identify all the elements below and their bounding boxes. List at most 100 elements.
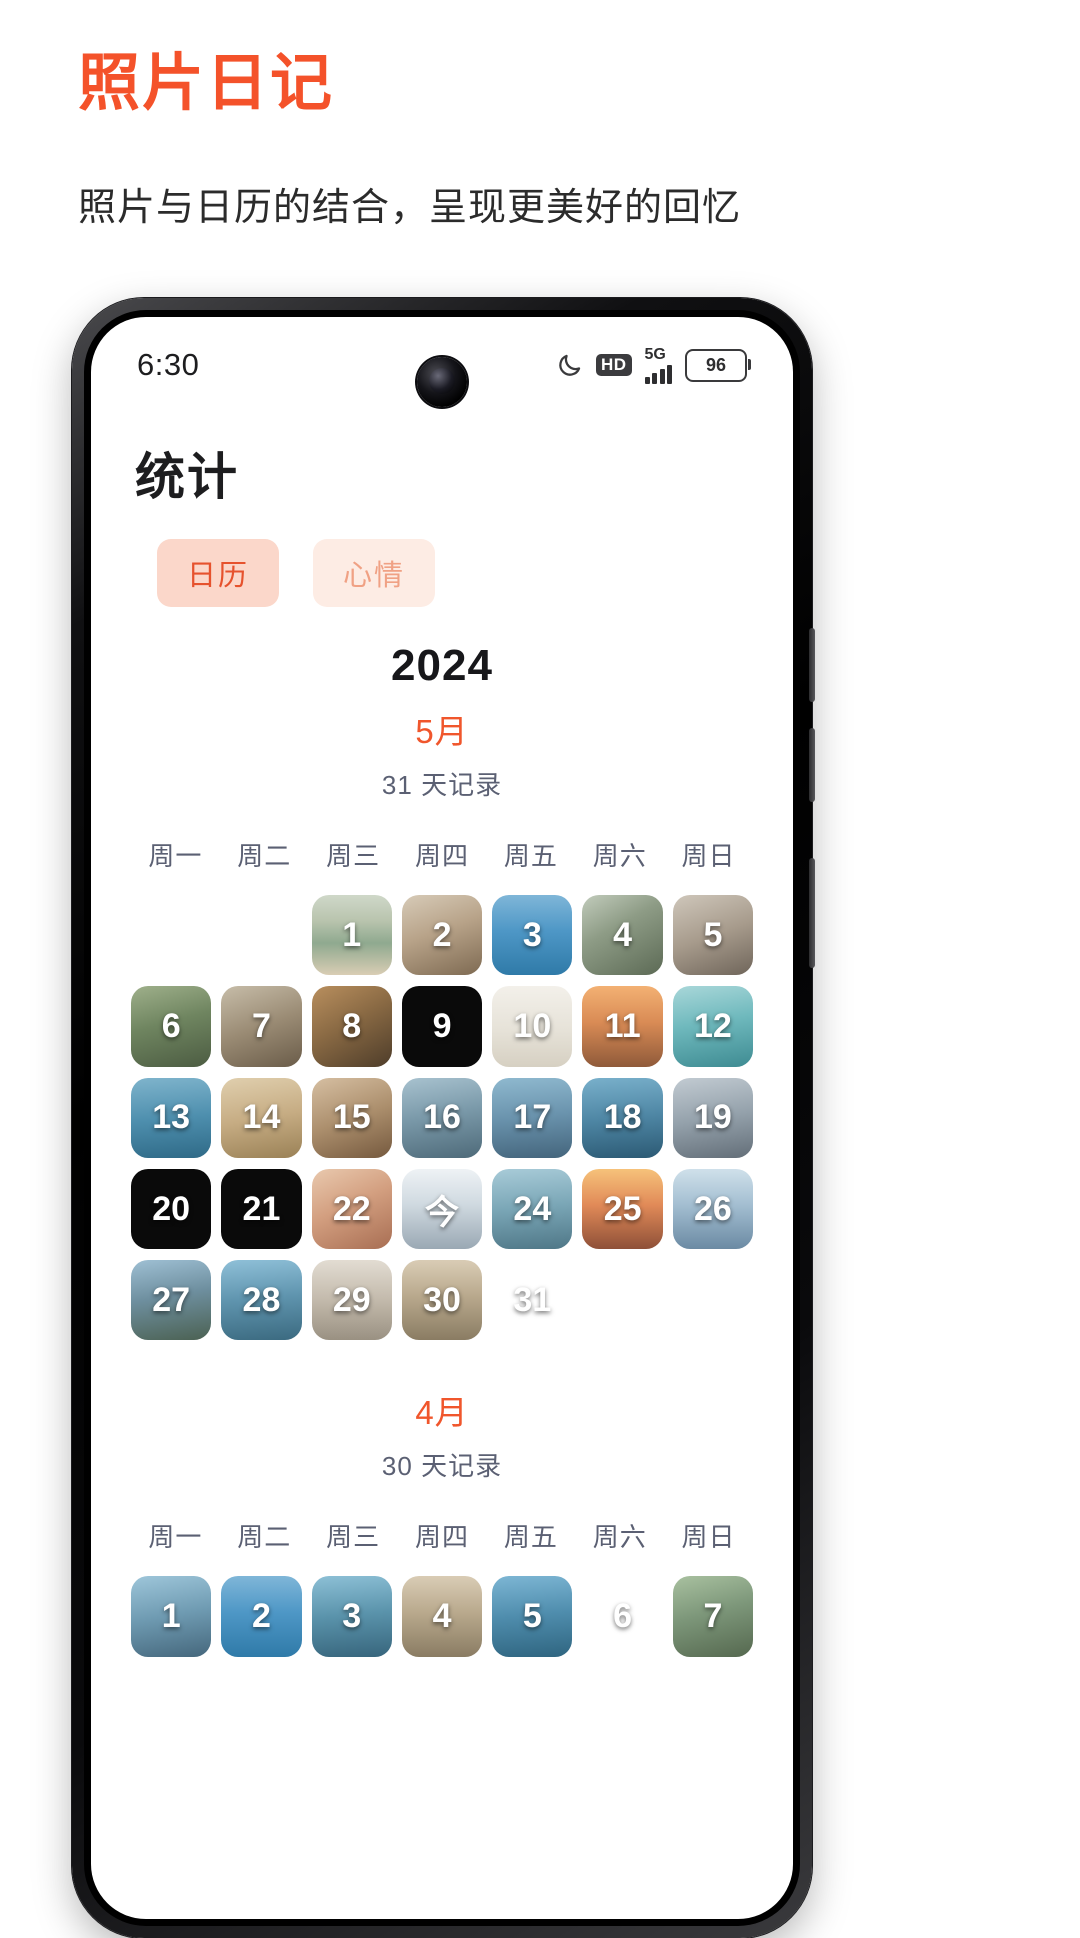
calendar-day[interactable]: 27 xyxy=(131,1260,212,1341)
calendar-day[interactable]: 12 xyxy=(672,986,754,1067)
calendar-day-cell[interactable]: 25 xyxy=(582,1168,663,1250)
calendar-day[interactable]: 11 xyxy=(582,986,663,1067)
calendar-months: 2024 5月 31 天记录 周一 周二 周三 周四 周五 周六 周日 1 2 3 4 5 6 7 8 9 10 11 1… xyxy=(131,641,754,1657)
calendar-day[interactable]: 6 xyxy=(131,986,212,1067)
month-section: 2024 5月 31 天记录 周一 周二 周三 周四 周五 周六 周日 1 2 3 4 5 6 7 8 9 10 11 1… xyxy=(131,641,754,1341)
weekday-label: 周五 xyxy=(503,841,558,871)
calendar-day[interactable]: 7 xyxy=(221,986,302,1067)
calendar-day-cell[interactable]: 19 xyxy=(672,1077,754,1158)
calendar-day[interactable]: 20 xyxy=(131,1168,212,1250)
calendar-day-cell[interactable]: 18 xyxy=(582,1077,663,1158)
calendar-day-cell[interactable]: 4 xyxy=(582,895,663,976)
calendar-day-cell[interactable]: 1 xyxy=(311,895,392,976)
calendar-day[interactable]: 30 xyxy=(401,1260,483,1341)
weekday-label: 周三 xyxy=(326,841,381,871)
calendar-day-cell[interactable]: 22 xyxy=(311,1168,392,1250)
day-number-label: 27 xyxy=(152,1280,191,1319)
calendar-day[interactable]: 26 xyxy=(672,1168,754,1250)
calendar-day-cell[interactable]: 2 xyxy=(401,895,483,976)
calendar-day[interactable]: 3 xyxy=(492,895,573,976)
calendar-day-cell[interactable]: 20 xyxy=(131,1168,212,1250)
calendar-day[interactable]: 2 xyxy=(401,895,483,976)
calendar-day[interactable]: 5 xyxy=(492,1576,573,1657)
calendar-day[interactable]: 17 xyxy=(492,1077,573,1158)
calendar-day-cell[interactable]: 6 xyxy=(131,986,212,1067)
calendar-day[interactable]: 4 xyxy=(582,895,663,976)
calendar-day[interactable]: 6 xyxy=(582,1576,662,1656)
phone-screen: 6:30 HD 5G 96 统计 日历 心情 2024 5月 31 天记录 周一… xyxy=(91,317,793,1919)
calendar-day[interactable]: 18 xyxy=(582,1077,663,1158)
promo-subtitle: 照片与日历的结合，呈现更美好的回忆 xyxy=(78,187,742,229)
calendar-day-cell[interactable]: 今 xyxy=(401,1168,483,1250)
calendar-day-cell[interactable]: 7 xyxy=(221,986,302,1067)
day-number-label: 26 xyxy=(694,1189,732,1228)
calendar-day[interactable]: 24 xyxy=(492,1168,573,1250)
calendar-day[interactable]: 10 xyxy=(492,986,573,1067)
calendar-day[interactable]: 1 xyxy=(131,1576,212,1657)
day-number-label: 21 xyxy=(242,1189,281,1228)
calendar-day[interactable]: 5 xyxy=(672,895,754,976)
day-number-label: 7 xyxy=(251,1006,271,1045)
status-icons: HD 5G 96 xyxy=(556,346,751,384)
day-number-label: 28 xyxy=(242,1280,281,1319)
calendar-day-cell[interactable]: 5 xyxy=(672,895,754,976)
month-record-count: 30 天记录 xyxy=(381,1451,503,1482)
calendar-day-cell[interactable]: 28 xyxy=(221,1260,302,1341)
day-number-label: 1 xyxy=(161,1597,181,1636)
calendar-day-cell[interactable]: 2 xyxy=(221,1576,302,1657)
calendar-day[interactable]: 2 xyxy=(221,1576,302,1657)
calendar-day[interactable]: 22 xyxy=(311,1168,392,1250)
calendar-day[interactable]: 15 xyxy=(311,1077,392,1158)
calendar-day[interactable]: 28 xyxy=(221,1260,302,1341)
calendar-day-cell[interactable]: 29 xyxy=(311,1260,392,1341)
calendar-day[interactable]: 4 xyxy=(401,1576,483,1657)
calendar-day[interactable]: 25 xyxy=(582,1168,663,1250)
calendar-day-cell[interactable]: 1 xyxy=(131,1576,212,1657)
calendar-day-cell[interactable]: 14 xyxy=(221,1077,302,1158)
calendar-day-cell[interactable]: 3 xyxy=(492,895,573,976)
calendar-day-cell[interactable]: 11 xyxy=(582,986,663,1067)
calendar-day-cell[interactable]: 10 xyxy=(492,986,573,1067)
calendar-day[interactable]: 21 xyxy=(221,1168,302,1250)
calendar-day-cell[interactable]: 9 xyxy=(401,986,483,1067)
calendar-day-cell[interactable]: 13 xyxy=(131,1077,212,1158)
calendar-day[interactable]: 31 xyxy=(492,1260,572,1340)
calendar-day-cell[interactable]: 12 xyxy=(672,986,754,1067)
calendar-day-cell[interactable]: 21 xyxy=(221,1168,302,1250)
tab-calendar[interactable]: 日历 xyxy=(157,539,280,607)
calendar-day-cell[interactable]: 17 xyxy=(492,1077,573,1158)
calendar-day[interactable]: 8 xyxy=(311,986,392,1067)
app-content: 统计 日历 心情 2024 5月 31 天记录 周一 周二 周三 周四 周五 周六 周日 1 2 3 4 5 6… xyxy=(91,437,793,1657)
calendar-day-cell[interactable]: 24 xyxy=(492,1168,573,1250)
calendar-day[interactable]: 1 xyxy=(311,895,392,976)
calendar-day-cell[interactable]: 3 xyxy=(311,1576,392,1657)
phone-button-volume-down[interactable] xyxy=(809,728,815,802)
calendar-day[interactable]: 7 xyxy=(672,1576,754,1657)
calendar-day-cell[interactable]: 8 xyxy=(311,986,392,1067)
calendar-day-cell[interactable]: 7 xyxy=(672,1576,754,1657)
calendar-day-cell[interactable]: 26 xyxy=(672,1168,754,1250)
calendar-day-cell[interactable]: 30 xyxy=(401,1260,483,1341)
calendar-day-cell[interactable]: 27 xyxy=(131,1260,212,1341)
calendar-day-cell[interactable]: 15 xyxy=(311,1077,392,1158)
calendar-day[interactable]: 14 xyxy=(221,1077,302,1158)
calendar-day[interactable]: 9 xyxy=(401,986,483,1067)
calendar-day-cell[interactable]: 16 xyxy=(401,1077,483,1158)
phone-button-power[interactable] xyxy=(809,858,815,968)
calendar-day[interactable]: 19 xyxy=(672,1077,754,1158)
phone-mockup: 6:30 HD 5G 96 统计 日历 心情 2024 5月 31 天记录 周一… xyxy=(72,298,815,1938)
day-number-label: 3 xyxy=(522,915,542,954)
calendar-day[interactable]: 3 xyxy=(311,1576,392,1657)
calendar-day-cell[interactable]: 6 xyxy=(582,1576,662,1656)
calendar-day-today[interactable]: 今 xyxy=(401,1168,483,1250)
page-title: 统计 xyxy=(135,449,239,505)
calendar-day[interactable]: 16 xyxy=(401,1077,483,1158)
tab-mood[interactable]: 心情 xyxy=(313,539,436,607)
calendar-day-cell[interactable]: 5 xyxy=(492,1576,573,1657)
calendar-day[interactable]: 13 xyxy=(131,1077,212,1158)
calendar-empty-cell xyxy=(221,895,301,975)
calendar-day-cell[interactable]: 31 xyxy=(492,1260,572,1340)
calendar-day-cell[interactable]: 4 xyxy=(401,1576,483,1657)
calendar-day[interactable]: 29 xyxy=(311,1260,392,1341)
phone-button-volume-up[interactable] xyxy=(809,628,815,702)
